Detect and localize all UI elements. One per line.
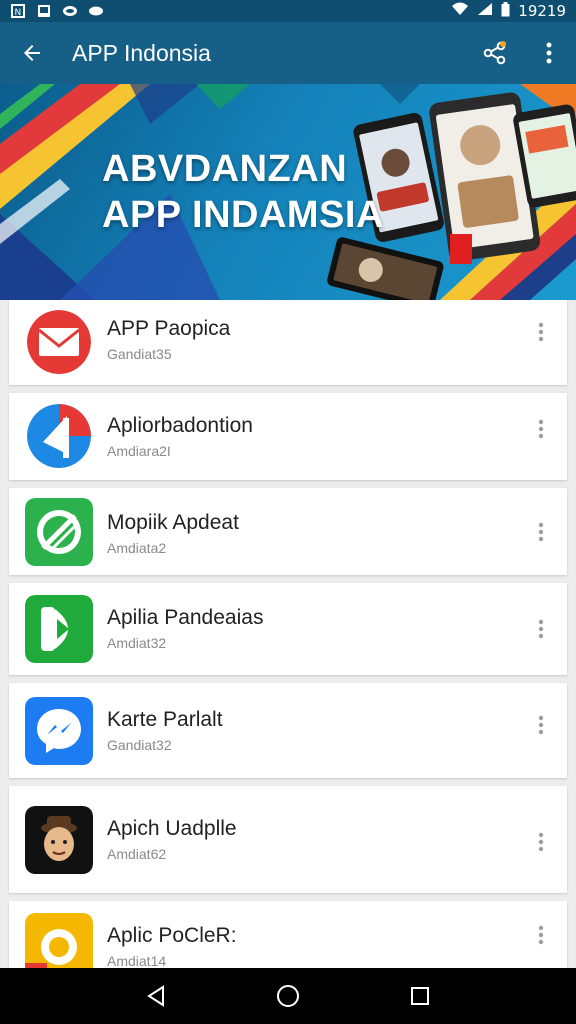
app-text: Apliorbadontion Amdiara2I bbox=[107, 413, 253, 461]
more-vert-icon bbox=[538, 925, 544, 945]
more-vert-icon bbox=[546, 42, 552, 64]
app-more-button[interactable] bbox=[529, 822, 553, 862]
app-subtitle: Amdiat62 bbox=[107, 846, 167, 862]
status-bar: N 19219 bbox=[0, 0, 576, 22]
back-button[interactable] bbox=[0, 22, 64, 84]
app-subtitle: Amdiara2I bbox=[107, 443, 171, 459]
phone-mockup-bottom bbox=[327, 237, 444, 300]
app-bar-actions bbox=[468, 22, 576, 84]
nav-home-button[interactable] bbox=[258, 968, 318, 1024]
app-more-button[interactable] bbox=[529, 312, 553, 352]
app-subtitle: Gandiat35 bbox=[107, 346, 172, 362]
play-icon bbox=[25, 595, 93, 663]
banner-line-2: APP INDAMSIA bbox=[102, 194, 384, 236]
more-vert-icon bbox=[538, 619, 544, 639]
system-nav-bar bbox=[0, 968, 576, 1024]
app-name: Aplic PoCleR: bbox=[107, 924, 237, 947]
app-text: Karte Parlalt Gandiat32 bbox=[107, 707, 223, 755]
arrow-back-icon bbox=[24, 45, 40, 61]
overflow-menu-button[interactable] bbox=[522, 22, 576, 84]
app-name: Karte Parlalt bbox=[107, 708, 223, 731]
app-name: Apilia Pandeaias bbox=[107, 606, 264, 629]
signal-icon bbox=[477, 2, 493, 20]
nav-recents-button[interactable] bbox=[390, 968, 450, 1024]
cast-icon bbox=[62, 4, 78, 18]
recents-icon bbox=[411, 987, 429, 1005]
more-vert-icon bbox=[538, 322, 544, 342]
more-vert-icon bbox=[538, 522, 544, 542]
back-icon bbox=[147, 985, 164, 1007]
page-title: APP Indonsia bbox=[72, 39, 211, 66]
app-more-button[interactable] bbox=[529, 409, 553, 449]
avatar-icon bbox=[25, 806, 93, 874]
app-subtitle: Amdiat32 bbox=[107, 635, 167, 651]
app-name: Apliorbadontion bbox=[107, 414, 253, 437]
app-subtitle: Amdiata2 bbox=[107, 540, 167, 556]
status-time: 19219 bbox=[518, 2, 566, 20]
leaf-icon bbox=[25, 498, 93, 566]
photo-icon bbox=[36, 4, 52, 18]
status-right: 19219 bbox=[451, 1, 566, 21]
app-text: Mopiik Apdeat Amdiata2 bbox=[107, 510, 239, 558]
status-left: N bbox=[10, 4, 104, 18]
mail-icon bbox=[27, 310, 91, 374]
banner-line-1: ABVDANZAN bbox=[102, 148, 348, 190]
app-list-item[interactable]: Apich Uadplle Amdiat62 bbox=[9, 786, 567, 893]
app-list-item[interactable]: Karte Parlalt Gandiat32 bbox=[9, 683, 567, 778]
app-list-item[interactable]: Apilia Pandeaias Amdiat32 bbox=[9, 583, 567, 675]
app-name: APP Paopica bbox=[107, 317, 231, 340]
more-vert-icon bbox=[538, 832, 544, 852]
app-text: Apich Uadplle Amdiat62 bbox=[107, 816, 237, 864]
app-text: Apilia Pandeaias Amdiat32 bbox=[107, 605, 263, 653]
wifi-icon bbox=[451, 2, 469, 20]
app-list: APP Paopica Gandiat35 Apliorbadontion Am… bbox=[9, 300, 567, 984]
app-more-button[interactable] bbox=[529, 609, 553, 649]
app-more-button[interactable] bbox=[529, 512, 553, 552]
svg-text:N: N bbox=[15, 8, 22, 18]
app-name: Apich Uadplle bbox=[107, 817, 237, 840]
app-list-item[interactable]: Apliorbadontion Amdiara2I bbox=[9, 393, 567, 480]
app-subtitle: Gandiat32 bbox=[107, 737, 172, 753]
nav-back-button[interactable] bbox=[126, 968, 186, 1024]
app-more-button[interactable] bbox=[529, 705, 553, 745]
app-name: Mopiik Apdeat bbox=[107, 511, 239, 534]
battery-icon bbox=[501, 1, 510, 21]
more-vert-icon bbox=[538, 419, 544, 439]
app-list-item[interactable]: APP Paopica Gandiat35 bbox=[9, 300, 567, 385]
home-icon bbox=[277, 985, 299, 1007]
more-vert-icon bbox=[538, 715, 544, 735]
cloud-icon bbox=[88, 4, 104, 18]
share-button[interactable] bbox=[468, 22, 522, 84]
app-bar: APP Indonsia bbox=[0, 22, 576, 84]
app-list-item[interactable]: Mopiik Apdeat Amdiata2 bbox=[9, 488, 567, 575]
arrow-icon bbox=[27, 404, 91, 468]
app-more-button[interactable] bbox=[529, 915, 553, 955]
app-list-item[interactable]: Aplic PoCleR: Amdiat14 bbox=[9, 901, 567, 976]
banner-headline: ABVDANZAN APP INDAMSIA bbox=[102, 146, 384, 238]
notification-icon: N bbox=[10, 4, 26, 18]
app-text: APP Paopica Gandiat35 bbox=[107, 316, 230, 364]
camera-icon bbox=[25, 913, 93, 976]
share-icon bbox=[483, 41, 506, 65]
promo-banner[interactable]: ABVDANZAN APP INDAMSIA bbox=[0, 84, 576, 300]
app-text: Aplic PoCleR: Amdiat14 bbox=[107, 923, 237, 971]
messenger-icon bbox=[25, 697, 93, 765]
